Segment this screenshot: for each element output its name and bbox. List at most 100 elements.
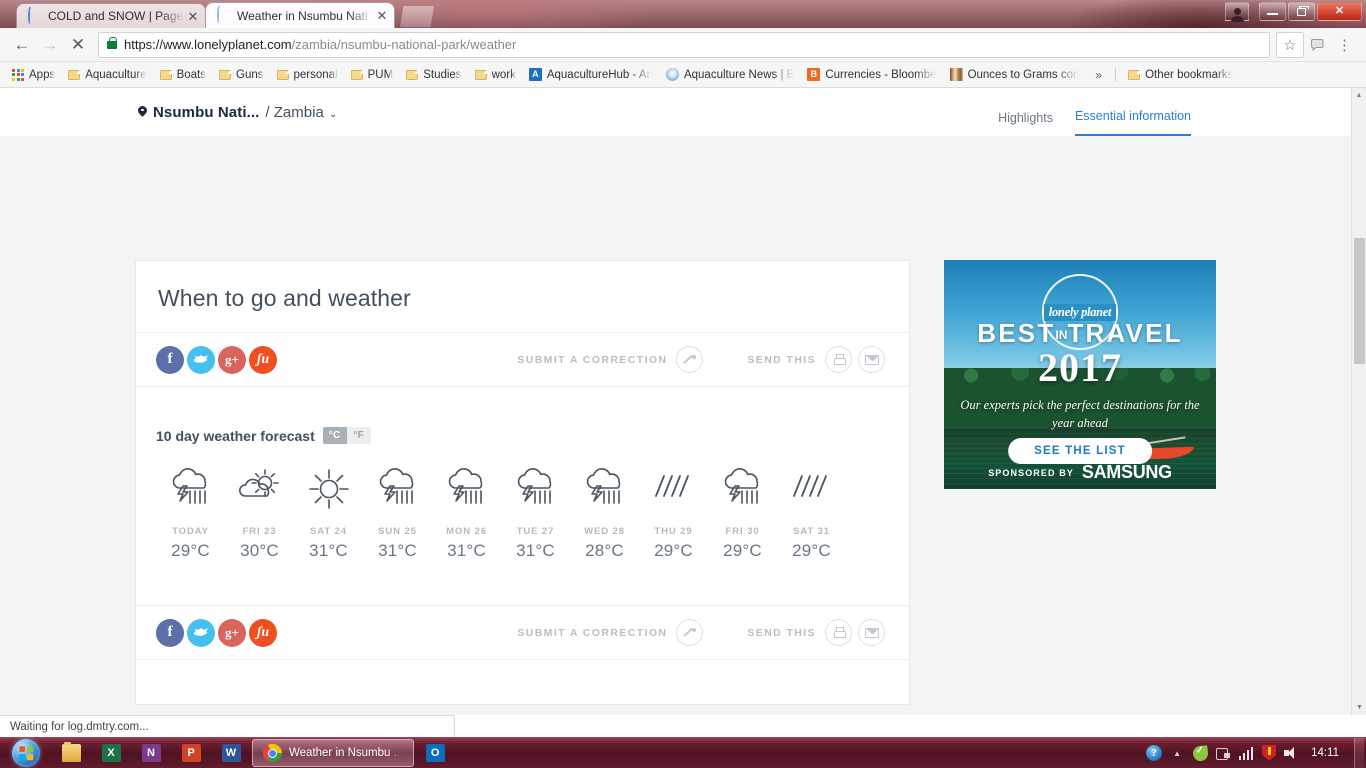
- print-button[interactable]: [825, 619, 852, 646]
- chevron-down-icon[interactable]: ⌄: [329, 109, 337, 120]
- facebook-share-button[interactable]: f: [156, 618, 184, 647]
- folder-icon: [406, 69, 419, 80]
- taskbar-active-window-chrome[interactable]: Weather in Nsumbu ...: [252, 739, 415, 767]
- taskbar-clock[interactable]: 14:11: [1307, 747, 1347, 759]
- show-hidden-icons-icon[interactable]: ▲: [1169, 745, 1185, 761]
- stumbleupon-share-button[interactable]: ʃu: [249, 618, 277, 647]
- googleplus-share-button[interactable]: g+: [218, 618, 246, 647]
- taskbar-explorer[interactable]: [52, 739, 90, 767]
- day-label: SAT 31: [793, 526, 830, 537]
- bookmark-boats[interactable]: Boats: [154, 65, 212, 85]
- ruler-favicon: [949, 68, 963, 81]
- new-tab-button[interactable]: [400, 6, 434, 27]
- twitter-share-button[interactable]: [187, 618, 215, 647]
- submit-correction-button[interactable]: [676, 346, 704, 373]
- bookmark-pum[interactable]: PUM: [345, 65, 400, 85]
- advertisement-banner[interactable]: lonely planet BESTINTRAVEL 2017 Our expe…: [944, 260, 1216, 489]
- show-desktop-button[interactable]: [1354, 737, 1364, 768]
- bookmark-aquaculture[interactable]: Aquaculture: [62, 65, 152, 85]
- bookmark-aquaculture-news[interactable]: Aquaculture News | B: [660, 65, 800, 85]
- bookmarks-bar: Apps Aquaculture Boats Guns personal PUM…: [0, 62, 1366, 88]
- envelope-icon: [864, 354, 879, 365]
- ad-see-the-list-button[interactable]: SEE THE LIST: [1008, 438, 1152, 464]
- apps-shortcut[interactable]: Apps: [6, 65, 61, 85]
- googleplus-share-button[interactable]: g+: [218, 345, 246, 374]
- bookmark-personal[interactable]: personal: [271, 65, 344, 85]
- news-favicon: [665, 68, 679, 81]
- stumbleupon-share-button[interactable]: ʃu: [249, 345, 277, 374]
- page-viewport: Nsumbu Nati... / Zambia ⌄ Highlights Ess…: [0, 88, 1366, 715]
- taskbar-powerpoint[interactable]: P: [172, 739, 210, 767]
- bookmark-studies[interactable]: Studies: [400, 65, 467, 85]
- volume-icon[interactable]: [1284, 746, 1300, 760]
- translate-icon[interactable]: [1304, 31, 1331, 58]
- bookmark-guns[interactable]: Guns: [213, 65, 270, 85]
- stop-loading-button[interactable]: ✕: [64, 31, 92, 59]
- email-button[interactable]: [858, 346, 885, 373]
- signal-strength-icon[interactable]: [1238, 745, 1254, 761]
- tab-highlights[interactable]: Highlights: [998, 111, 1053, 136]
- file-explorer-icon: [61, 742, 81, 762]
- scrollbar-thumb[interactable]: [1354, 238, 1365, 364]
- taskbar-word[interactable]: W: [212, 739, 250, 767]
- chrome-menu-icon[interactable]: ⋮: [1331, 31, 1358, 58]
- start-button[interactable]: [0, 738, 52, 768]
- forecast-day: THU 29 29°C: [639, 462, 708, 561]
- breadcrumb[interactable]: Nsumbu Nati... / Zambia ⌄: [138, 104, 337, 121]
- bookmark-work[interactable]: work: [469, 65, 522, 85]
- submit-correction-button[interactable]: [676, 619, 704, 646]
- scroll-up-arrow[interactable]: ▲: [1352, 88, 1366, 103]
- day-temperature: 29°C: [723, 541, 762, 560]
- help-icon[interactable]: ?: [1146, 745, 1163, 761]
- folder-icon: [159, 69, 172, 80]
- tab-essential-information[interactable]: Essential information: [1074, 109, 1191, 136]
- forecast-heading-row: 10 day weather forecast °C °F: [156, 427, 889, 444]
- security-shield-icon[interactable]: [1261, 745, 1277, 761]
- bookmark-aquaculturehub[interactable]: A AquacultureHub - An: [523, 65, 659, 85]
- bookmark-currencies[interactable]: B Currencies - Bloombe: [801, 65, 942, 85]
- printer-icon: [832, 626, 846, 639]
- profile-button[interactable]: [1225, 2, 1249, 22]
- celsius-toggle[interactable]: °C: [322, 427, 348, 444]
- status-bar: Waiting for log.dmtry.com...: [0, 715, 455, 737]
- taskbar-outlook[interactable]: O: [416, 739, 454, 767]
- page-scrollbar[interactable]: ▲ ▼: [1351, 88, 1366, 715]
- print-button[interactable]: [825, 346, 852, 373]
- fahrenheit-toggle[interactable]: °F: [347, 427, 371, 444]
- tab-close-icon[interactable]: ✕: [374, 8, 390, 24]
- forward-button[interactable]: →: [36, 31, 64, 59]
- antivirus-status-icon[interactable]: [1191, 744, 1209, 762]
- address-bar[interactable]: https://www.lonelyplanet.com/zambia/nsum…: [98, 31, 1270, 58]
- tab-close-icon[interactable]: ✕: [185, 8, 201, 24]
- bookmark-ounces-to-grams[interactable]: Ounces to Grams con: [944, 65, 1086, 85]
- breadcrumb-country[interactable]: / Zambia ⌄: [265, 104, 337, 121]
- minimize-button[interactable]: [1259, 2, 1286, 21]
- taskbar-excel[interactable]: X: [92, 739, 130, 767]
- browser-tab-1[interactable]: COLD and SNOW | Page ✕: [16, 3, 206, 28]
- maximize-button[interactable]: [1288, 2, 1315, 21]
- email-button[interactable]: [858, 619, 885, 646]
- network-icon[interactable]: [1215, 746, 1231, 760]
- back-button[interactable]: ←: [8, 31, 36, 59]
- other-bookmarks-folder[interactable]: Other bookmarks: [1122, 65, 1239, 85]
- day-temperature: 29°C: [171, 541, 210, 560]
- bookmark-label: AquacultureHub - An: [546, 68, 653, 81]
- scroll-down-arrow[interactable]: ▼: [1352, 700, 1366, 715]
- breadcrumb-country-label: Zambia: [273, 103, 324, 121]
- powerpoint-icon: P: [181, 744, 201, 762]
- facebook-share-button[interactable]: f: [156, 345, 184, 374]
- day-label: SAT 24: [310, 526, 347, 537]
- url-text: https://www.lonelyplanet.com/zambia/nsum…: [124, 37, 516, 52]
- bookmarks-overflow-button[interactable]: »: [1086, 68, 1111, 82]
- taskbar-onenote[interactable]: N: [132, 739, 170, 767]
- sunny-icon: [294, 462, 363, 516]
- status-text: Waiting for log.dmtry.com...: [10, 720, 149, 733]
- ad-headline-travel: TRAVEL: [1067, 318, 1183, 348]
- browser-tab-2[interactable]: Weather in Nsumbu Nati ✕: [205, 2, 395, 28]
- ad-subtitle: Our experts pick the perfect destination…: [960, 398, 1200, 431]
- thunderstorm-icon: [501, 462, 570, 516]
- twitter-share-button[interactable]: [187, 345, 215, 374]
- close-button[interactable]: ✕: [1317, 2, 1362, 21]
- bookmark-star-icon[interactable]: ☆: [1276, 31, 1304, 58]
- location-header-bar: Nsumbu Nati... / Zambia ⌄ Highlights Ess…: [0, 88, 1351, 136]
